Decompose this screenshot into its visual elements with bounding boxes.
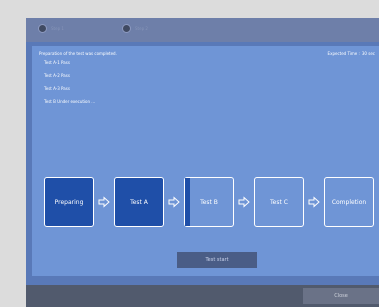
step-label: Step 1 — [51, 26, 64, 31]
test-results-list: Test A-1 Pass Test A-2 Pass Test A-3 Pas… — [44, 60, 95, 112]
test-start-button[interactable]: Test start — [177, 252, 257, 268]
status-title: Preparation of the test was completed. — [39, 51, 117, 56]
stage-preparing: Preparing — [44, 177, 94, 227]
stage-flow: Preparing Test A Test B Test C Completio… — [44, 177, 379, 229]
footer-bar: Close — [26, 285, 379, 307]
result-line: Test A-3 Pass — [44, 86, 70, 91]
step-indicator-1: Step 1 — [38, 24, 77, 33]
step-label: Step 2 — [135, 26, 148, 31]
test-panel: Preparation of the test was completed. E… — [26, 42, 379, 285]
result-line: Test B Under execution ... — [44, 99, 96, 104]
stage-test-c: Test C — [254, 177, 304, 227]
result-line: Test A-1 Pass — [44, 60, 70, 65]
test-panel-inner: Preparation of the test was completed. E… — [32, 46, 379, 276]
step-indicator-2: Step 2 — [122, 24, 161, 33]
result-line: Test A-2 Pass — [44, 73, 70, 78]
arrow-right-icon — [98, 196, 110, 208]
step-dot-icon — [38, 24, 47, 33]
arrow-right-icon — [238, 196, 250, 208]
expected-time-value: 30 sec — [361, 51, 375, 56]
arrow-right-icon — [308, 196, 320, 208]
stage-test-b: Test B — [184, 177, 234, 227]
wizard-step-bar: Step 1 Step 2 — [26, 18, 379, 42]
expected-time: Expected Time : 30 sec — [328, 51, 375, 56]
stage-completion: Completion — [324, 177, 374, 227]
arrow-right-icon — [168, 196, 180, 208]
stage-test-a: Test A — [114, 177, 164, 227]
expected-time-label: Expected Time : — [327, 51, 360, 56]
step-dot-icon — [122, 24, 131, 33]
close-button[interactable]: Close — [303, 288, 379, 304]
